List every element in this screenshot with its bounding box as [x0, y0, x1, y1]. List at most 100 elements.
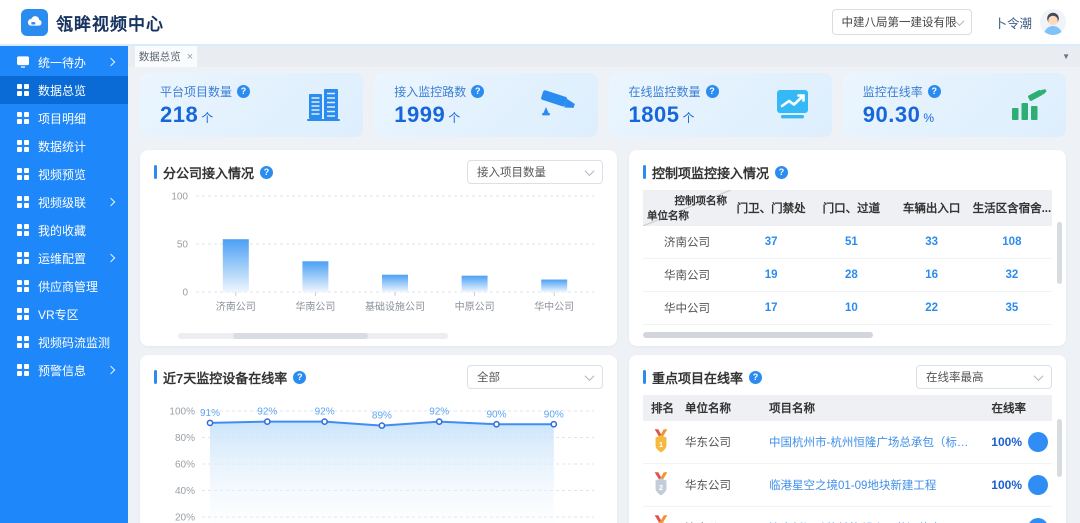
table-row[interactable]: 2 华东公司 临港星空之境01-09地块新建工程 100%	[643, 464, 1052, 507]
cell-value[interactable]: 28	[811, 269, 891, 281]
sidebar-item-ops-config[interactable]: 运维配置	[0, 244, 128, 272]
org-selector[interactable]: 中建八局第一建设有限公…	[832, 9, 972, 35]
project-link[interactable]: 临港星空之境01-09地块新建工程	[769, 477, 974, 493]
sidebar-item-todo[interactable]: 统一待办	[0, 48, 128, 76]
sidebar-item-data-stats[interactable]: 数据统计	[0, 132, 128, 160]
header-right: 中建八局第一建设有限公… 卜令潮	[832, 9, 1066, 35]
tab-list-caret-icon[interactable]: ▼	[1062, 52, 1070, 61]
horizontal-scrollbar[interactable]	[643, 332, 1048, 338]
unit-name: 华东公司	[685, 434, 769, 450]
stat-card-label: 平台项目数量	[160, 83, 232, 100]
table-row[interactable]: 华中公司 17 10 22 35	[643, 292, 1052, 325]
chevron-right-icon	[107, 254, 115, 262]
grid-icon	[17, 308, 29, 320]
grid-icon	[17, 280, 29, 292]
table-header: 控制项名称 单位名称 门卫、门禁处 门口、过道 车辆出入口 生活区含宿舍...	[643, 190, 1052, 226]
todo-list-icon	[17, 56, 29, 68]
cell-value[interactable]: 32	[972, 269, 1052, 281]
tab-label: 数据总览	[139, 49, 181, 64]
sidebar-item-label: 项目明细	[38, 110, 86, 127]
project-link[interactable]: 中国杭州市-杭州恒隆广场总承包（标段1）工程	[769, 434, 974, 450]
online-rate-value: 100%	[991, 435, 1022, 449]
sidebar-item-video-cascade[interactable]: 视频级联	[0, 188, 128, 216]
online-rate-circle	[1028, 518, 1048, 523]
help-icon[interactable]: ?	[260, 166, 273, 179]
sidebar-item-label: 视频级联	[38, 194, 86, 211]
user-name[interactable]: 卜令潮	[994, 13, 1032, 32]
sidebar-item-label: 数据总览	[38, 82, 86, 99]
help-icon[interactable]: ?	[471, 85, 484, 98]
unit-name: 华南公司	[643, 267, 731, 283]
cell-value[interactable]: 51	[811, 236, 891, 248]
cell-value[interactable]: 17	[731, 302, 811, 314]
panel-title: 近7天监控设备在线率	[163, 368, 287, 387]
sidebar-item-alert-info[interactable]: 预警信息	[0, 356, 128, 384]
svg-text:90%: 90%	[486, 409, 506, 420]
corner-label-bottom: 单位名称	[647, 208, 689, 223]
help-icon[interactable]: ?	[775, 166, 788, 179]
medal-silver-icon: 2	[651, 472, 671, 498]
cell-value[interactable]: 16	[892, 269, 972, 281]
help-icon[interactable]: ?	[749, 371, 762, 384]
horizontal-scrollbar[interactable]	[178, 333, 448, 339]
stat-card-monitor-channels: 接入监控路数 ? 1999 个	[374, 73, 597, 137]
cell-value[interactable]: 37	[731, 236, 811, 248]
rank-order-select[interactable]: 在线率最高	[916, 365, 1052, 389]
vertical-scrollbar[interactable]	[1057, 419, 1062, 477]
sidebar-item-stream-monitor[interactable]: 视频码流监测	[0, 328, 128, 356]
main-content: 数据总览 × ▼ 平台项目数量 ? 218 个	[128, 46, 1080, 523]
svg-text:济南公司: 济南公司	[216, 300, 256, 313]
vertical-scrollbar[interactable]	[1057, 222, 1062, 284]
table-row[interactable]: 1 华东公司 中国杭州市-杭州恒隆广场总承包（标段1）工程 100%	[643, 421, 1052, 464]
table-row[interactable]: 济南公司 37 51 33 108	[643, 226, 1052, 259]
sidebar-item-vr-zone[interactable]: VR专区	[0, 300, 128, 328]
help-icon[interactable]: ?	[928, 85, 941, 98]
branch-metric-select[interactable]: 接入项目数量	[467, 160, 603, 184]
sidebar-item-project-detail[interactable]: 项目明细	[0, 104, 128, 132]
sidebar-item-video-preview[interactable]: 视频预览	[0, 160, 128, 188]
rank-number: 2	[659, 483, 663, 492]
help-icon[interactable]: ?	[293, 371, 306, 384]
sidebar: 统一待办 数据总览 项目明细 数据统计 视频预览 视频级联 我的收藏	[0, 46, 128, 523]
stat-card-value: 218	[160, 102, 198, 128]
table-header: 排名 单位名称 项目名称 在线率	[643, 395, 1052, 421]
help-icon[interactable]: ?	[237, 85, 250, 98]
svg-text:华中公司: 华中公司	[534, 300, 574, 313]
avatar[interactable]	[1040, 9, 1066, 35]
close-icon[interactable]: ×	[187, 51, 193, 63]
stat-card-online-rate: 监控在线率 ? 90.30 %	[843, 73, 1066, 137]
svg-text:90%: 90%	[544, 409, 564, 420]
title-accent-bar	[643, 370, 646, 384]
table-row[interactable]: 华南公司 19 28 16 32	[643, 259, 1052, 292]
tab-data-overview[interactable]: 数据总览 ×	[135, 46, 197, 67]
sidebar-item-supplier-mgmt[interactable]: 供应商管理	[0, 272, 128, 300]
grid-icon	[17, 140, 29, 152]
grid-icon	[17, 84, 29, 96]
svg-text:92%: 92%	[257, 407, 277, 418]
chevron-down-icon	[1034, 371, 1044, 381]
online-rate-circle	[1028, 432, 1048, 452]
cell-value[interactable]: 35	[972, 302, 1052, 314]
svg-text:40%: 40%	[175, 486, 195, 497]
stat-cards-row: 平台项目数量 ? 218 个 接入监控路数 ?	[140, 73, 1066, 137]
column-header: 门口、过道	[811, 190, 891, 226]
scrollbar-thumb[interactable]	[643, 332, 873, 338]
cell-value[interactable]: 33	[892, 236, 972, 248]
svg-text:100: 100	[171, 192, 188, 203]
green-chart-camera-icon	[1006, 85, 1048, 125]
cell-value[interactable]: 108	[972, 236, 1052, 248]
cell-value[interactable]: 10	[811, 302, 891, 314]
control-item-panel: 控制项监控接入情况 ? 控制项名称 单位名称 门卫、门禁处 门口、过道 车辆出入…	[629, 150, 1066, 346]
sidebar-item-favorites[interactable]: 我的收藏	[0, 216, 128, 244]
cell-value[interactable]: 22	[892, 302, 972, 314]
table-row[interactable]: 3 济南公司 济南新旧动能转换起步区黄河体育及科技园区基础设施... 100%	[643, 507, 1052, 523]
online-filter-select[interactable]: 全部	[467, 365, 603, 389]
sidebar-item-data-overview[interactable]: 数据总览	[0, 76, 128, 104]
scrollbar-thumb[interactable]	[233, 333, 368, 339]
chevron-right-icon	[107, 198, 115, 206]
help-icon[interactable]: ?	[706, 85, 719, 98]
app-root: 瓴眸视频中心 中建八局第一建设有限公… 卜令潮 统一待办 数据总览 项目明细	[0, 0, 1080, 523]
grid-icon	[17, 252, 29, 264]
cell-value[interactable]: 19	[731, 269, 811, 281]
stat-card-label: 监控在线率	[863, 83, 923, 100]
